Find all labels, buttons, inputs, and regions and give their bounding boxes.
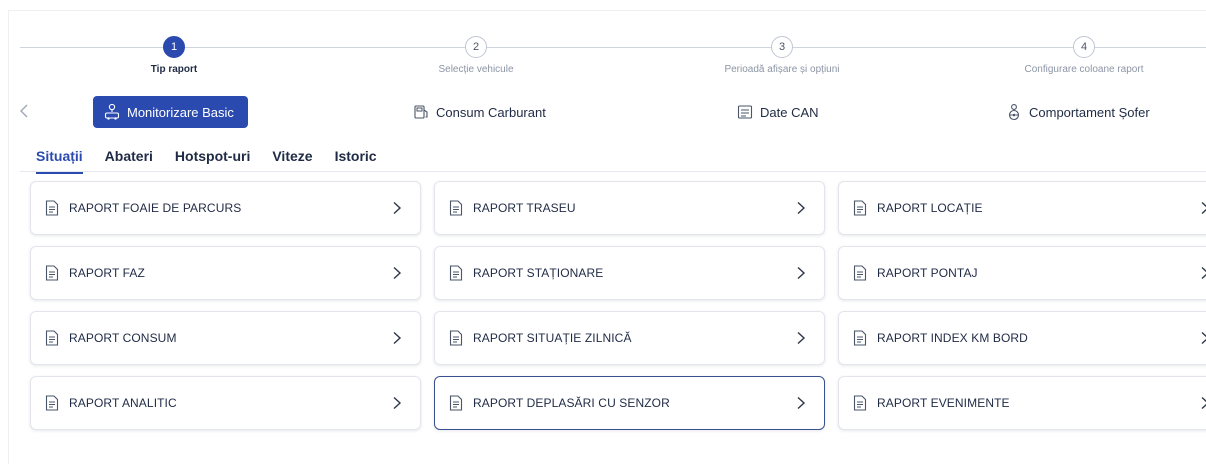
chevron-right-icon	[392, 331, 402, 345]
page-frame-top	[8, 10, 1206, 11]
tab-hotspot-uri[interactable]: Hotspot-uri	[175, 148, 250, 174]
report-card[interactable]: RAPORT FOAIE DE PARCURS	[30, 181, 421, 235]
fuel-pump-icon	[412, 103, 430, 121]
step-label: Tip raport	[150, 64, 198, 75]
document-icon	[853, 265, 867, 281]
tab-istoric[interactable]: Istoric	[335, 148, 377, 174]
report-card-label: RAPORT FAZ	[69, 266, 145, 280]
report-card[interactable]: RAPORT SITUAȚIE ZILNICĂ	[434, 311, 825, 365]
report-card-label: RAPORT FOAIE DE PARCURS	[69, 201, 242, 215]
report-card-label: RAPORT DEPLASĂRI CU SENZOR	[473, 396, 670, 410]
category-consum-carburant[interactable]: Consum Carburant	[412, 96, 546, 128]
step-label: Selecție vehicule	[438, 64, 514, 75]
document-icon	[853, 330, 867, 346]
tab-abateri[interactable]: Abateri	[105, 148, 153, 174]
category-monitorizare-basic[interactable]: Monitorizare Basic	[93, 96, 248, 128]
category-comportament-sofer[interactable]: Comportament Șofer	[1005, 96, 1150, 128]
report-card[interactable]: RAPORT CONSUM	[30, 311, 421, 365]
report-card[interactable]: RAPORT FAZ	[30, 246, 421, 300]
chevron-left-icon[interactable]	[20, 104, 34, 123]
report-card-label: RAPORT LOCAȚIE	[877, 201, 983, 215]
report-card[interactable]: RAPORT PONTAJ	[838, 246, 1206, 300]
document-icon	[45, 395, 59, 411]
report-card-label: RAPORT INDEX KM BORD	[877, 331, 1028, 345]
step-number: 2	[465, 36, 487, 58]
report-card[interactable]: RAPORT LOCAȚIE	[838, 181, 1206, 235]
report-tabs: Situații Abateri Hotspot-uri Viteze Isto…	[36, 148, 399, 174]
step-label: Perioadă afișare și opțiuni	[724, 64, 840, 75]
document-icon	[853, 200, 867, 216]
category-label: Consum Carburant	[436, 104, 546, 120]
report-category-row: Monitorizare Basic Consum Carburant Date…	[20, 96, 1206, 130]
report-card[interactable]: RAPORT STAȚIONARE	[434, 246, 825, 300]
driver-icon	[1005, 103, 1023, 121]
report-card[interactable]: RAPORT DEPLASĂRI CU SENZOR	[434, 376, 825, 430]
report-card[interactable]: RAPORT INDEX KM BORD	[838, 311, 1206, 365]
chevron-right-icon	[392, 396, 402, 410]
step-3[interactable]: 3 Perioadă afișare și opțiuni	[672, 36, 892, 75]
chevron-right-icon	[1200, 331, 1206, 345]
report-card[interactable]: RAPORT ANALITIC	[30, 376, 421, 430]
chevron-right-icon	[1200, 396, 1206, 410]
report-card-label: RAPORT ANALITIC	[69, 396, 177, 410]
report-card[interactable]: RAPORT EVENIMENTE	[838, 376, 1206, 430]
report-card-label: RAPORT CONSUM	[69, 331, 177, 345]
document-icon	[449, 330, 463, 346]
chevron-right-icon	[392, 201, 402, 215]
can-bus-icon	[736, 103, 754, 121]
document-icon	[449, 265, 463, 281]
step-4[interactable]: 4 Configurare coloane raport	[974, 36, 1194, 75]
chevron-right-icon	[392, 266, 402, 280]
chevron-right-icon	[796, 396, 806, 410]
document-icon	[45, 330, 59, 346]
report-card-label: RAPORT SITUAȚIE ZILNICĂ	[473, 331, 632, 345]
document-icon	[449, 200, 463, 216]
category-label: Comportament Șofer	[1029, 104, 1150, 120]
step-number: 1	[163, 36, 185, 58]
document-icon	[45, 200, 59, 216]
report-card-label: RAPORT EVENIMENTE	[877, 396, 1010, 410]
chevron-right-icon	[1200, 201, 1206, 215]
step-2[interactable]: 2 Selecție vehicule	[366, 36, 586, 75]
document-icon	[449, 395, 463, 411]
chevron-right-icon	[796, 201, 806, 215]
chevron-right-icon	[1200, 266, 1206, 280]
document-icon	[45, 265, 59, 281]
document-icon	[853, 395, 867, 411]
step-1[interactable]: 1 Tip raport	[64, 36, 284, 75]
page-frame-left	[8, 10, 9, 464]
tab-viteze[interactable]: Viteze	[272, 148, 312, 174]
tab-situatii[interactable]: Situații	[36, 148, 83, 174]
chevron-right-icon	[796, 331, 806, 345]
report-card-label: RAPORT STAȚIONARE	[473, 266, 604, 280]
report-card[interactable]: RAPORT TRASEU	[434, 181, 825, 235]
report-card-label: RAPORT PONTAJ	[877, 266, 978, 280]
report-card-label: RAPORT TRASEU	[473, 201, 576, 215]
category-label: Monitorizare Basic	[127, 104, 234, 120]
chevron-right-icon	[796, 266, 806, 280]
category-date-can[interactable]: Date CAN	[736, 96, 819, 128]
report-grid: RAPORT FOAIE DE PARCURS RAPORT TRASEU RAPO…	[30, 181, 1206, 430]
step-number: 4	[1073, 36, 1095, 58]
category-label: Date CAN	[760, 104, 819, 120]
step-label: Configurare coloane raport	[1024, 64, 1144, 75]
step-number: 3	[771, 36, 793, 58]
car-pin-icon	[103, 103, 121, 121]
wizard-stepper: 1 Tip raport 2 Selecție vehicule 3 Perio…	[20, 36, 1206, 80]
